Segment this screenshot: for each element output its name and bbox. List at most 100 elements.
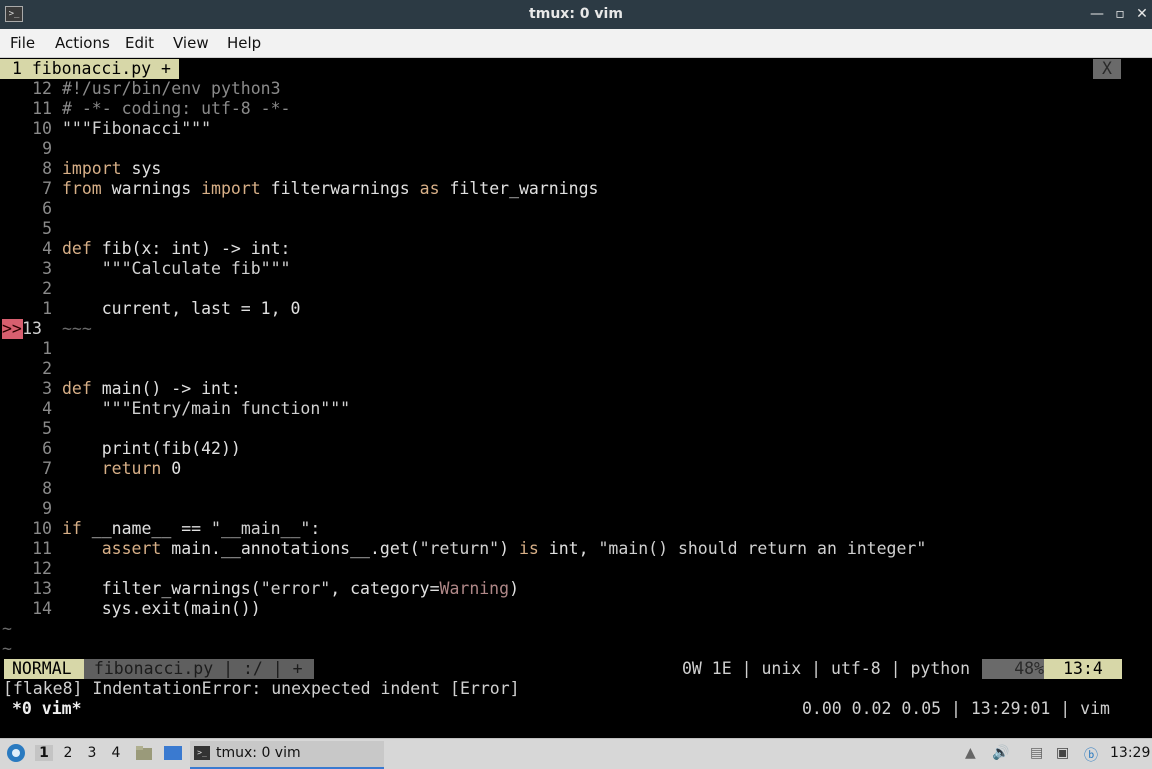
- line-number: 9: [42, 499, 52, 518]
- line-number: 5: [42, 419, 52, 438]
- terminal[interactable]: 1 fibonacci.py + X 12 #!/usr/bin/env pyth…: [0, 59, 1152, 739]
- menu-actions[interactable]: Actions: [55, 34, 110, 52]
- code-line[interactable]: 7 return 0: [0, 459, 1152, 479]
- code-line[interactable]: 5: [0, 219, 1152, 239]
- code-line[interactable]: 4 """Entry/main function""": [0, 399, 1152, 419]
- close-icon[interactable]: ✕: [1132, 4, 1152, 24]
- code-text: assert main.__annotations__.get("return"…: [62, 539, 927, 559]
- line-number: 6: [42, 439, 52, 458]
- menu-file[interactable]: File: [10, 34, 35, 52]
- vim-tab-close-button[interactable]: X: [1093, 59, 1121, 79]
- code-line[interactable]: 6: [0, 199, 1152, 219]
- volume-icon[interactable]: 🔊: [992, 745, 1009, 761]
- code-text: """Calculate fib""": [62, 259, 291, 279]
- mode-indicator: NORMAL: [4, 659, 84, 679]
- line-number: 3: [42, 379, 52, 398]
- line-number: 11: [32, 99, 52, 118]
- code-line[interactable]: 12 #!/usr/bin/env python3: [0, 79, 1152, 99]
- code-line[interactable]: 8 import sys: [0, 159, 1152, 179]
- menu-help[interactable]: Help: [227, 34, 261, 52]
- line-number: 1: [42, 339, 52, 358]
- code-line[interactable]: 3 """Calculate fib""": [0, 259, 1152, 279]
- bluetooth-icon[interactable]: ⓑ: [1084, 745, 1098, 765]
- code-token: is: [518, 539, 539, 558]
- eject-icon[interactable]: ▲: [965, 745, 976, 761]
- taskbar: 1 2 3 4 >_ tmux: 0 vim ▲ 🔊 ▤ ▣ ⓑ 13:29: [0, 738, 1152, 769]
- code-token: int,: [538, 539, 599, 558]
- code-line[interactable]: 9: [0, 139, 1152, 159]
- code-token: import: [62, 159, 122, 178]
- code-line[interactable]: 1: [0, 339, 1152, 359]
- code-line[interactable]: 11 # -*- coding: utf-8 -*-: [0, 99, 1152, 119]
- code-token: #!/usr/bin/env python3: [62, 79, 281, 98]
- code-token: return: [62, 459, 162, 478]
- code-token: current, last = 1, 0: [62, 299, 301, 318]
- code-line[interactable]: 10 """Fibonacci""": [0, 119, 1152, 139]
- code-line[interactable]: 9: [0, 499, 1152, 519]
- code-line[interactable]: 11 assert main.__annotations__.get("retu…: [0, 539, 1152, 559]
- workspace-4[interactable]: 4: [107, 745, 125, 761]
- line-number: 7: [42, 459, 52, 478]
- code-token: ): [499, 539, 519, 558]
- statusline-info: 0W 1E | unix | utf-8 | python: [682, 659, 981, 678]
- code-line[interactable]: 2: [0, 279, 1152, 299]
- network-icon[interactable]: ▣: [1056, 745, 1069, 761]
- line-number: 8: [42, 479, 52, 498]
- maximize-icon[interactable]: ▫: [1110, 4, 1130, 24]
- line-number: 10: [32, 119, 52, 138]
- code-text: ~~~: [62, 319, 92, 339]
- vim-statusline: NORMAL fibonacci.py | :/ | + 0W 1E | uni…: [0, 659, 1152, 679]
- empty-line-tilde: ~: [2, 619, 12, 638]
- code-token: :: [310, 519, 321, 538]
- line-number: 1: [42, 299, 52, 318]
- clipboard-icon[interactable]: ▤: [1030, 745, 1043, 761]
- show-desktop-icon[interactable]: [163, 744, 183, 762]
- start-menu-icon[interactable]: [6, 743, 26, 763]
- clock[interactable]: 13:29: [1110, 745, 1150, 761]
- code-line[interactable]: 6 print(fib(42)): [0, 439, 1152, 459]
- window-title: tmux: 0 vim: [529, 6, 623, 22]
- tmux-status-right: 0.00 0.02 0.05 | 13:29:01 | vim: [802, 699, 1110, 718]
- code-token: # -*- coding: utf-8 -*-: [62, 99, 291, 118]
- code-token: "main() should return an integer": [598, 539, 927, 558]
- code-token: "__main__": [211, 519, 311, 538]
- code-text: """Entry/main function""": [62, 399, 350, 419]
- code-line[interactable]: 7 from warnings import filterwarnings as …: [0, 179, 1152, 199]
- menu-edit[interactable]: Edit: [125, 34, 154, 52]
- line-number: 5: [42, 219, 52, 238]
- line-number: 8: [42, 159, 52, 178]
- empty-line-tilde: ~: [2, 639, 12, 658]
- code-line[interactable]: 8: [0, 479, 1152, 499]
- code-token: 0: [161, 459, 182, 478]
- file-manager-icon[interactable]: [135, 744, 153, 762]
- line-number: 13: [22, 319, 42, 338]
- tmux-window[interactable]: *0 vim*: [12, 699, 82, 719]
- code-line[interactable]: 13 filter_warnings("error", category=War…: [0, 579, 1152, 599]
- line-number: 6: [42, 199, 52, 218]
- code-line[interactable]: 3 def main() -> int:: [0, 379, 1152, 399]
- code-line[interactable]: 1 current, last = 1, 0: [0, 299, 1152, 319]
- code-line[interactable]: 14 sys.exit(main()): [0, 599, 1152, 619]
- workspace-1[interactable]: 1: [35, 745, 53, 761]
- menu-view[interactable]: View: [173, 34, 209, 52]
- code-line[interactable]: >> 13 ~~~: [0, 319, 1152, 339]
- code-text: current, last = 1, 0: [62, 299, 301, 319]
- workspace-2[interactable]: 2: [59, 745, 77, 761]
- minimize-icon[interactable]: —: [1087, 4, 1107, 24]
- code-line[interactable]: 12: [0, 559, 1152, 579]
- code-token: as: [419, 179, 440, 198]
- code-token: assert: [62, 539, 162, 558]
- code-line[interactable]: 10 if __name__ == "__main__":: [0, 519, 1152, 539]
- workspace-3[interactable]: 3: [83, 745, 101, 761]
- code-line[interactable]: 2: [0, 359, 1152, 379]
- menubar: File Actions Edit View Help: [0, 29, 1152, 58]
- code-line[interactable]: 5: [0, 419, 1152, 439]
- vim-tab-fibonacci[interactable]: 1 fibonacci.py +: [0, 59, 179, 79]
- code-token: """Entry/main function""": [62, 399, 351, 418]
- code-line[interactable]: 4 def fib(x: int) -> int:: [0, 239, 1152, 259]
- code-token: "error": [260, 579, 331, 598]
- task-button-tmux[interactable]: >_ tmux: 0 vim: [190, 741, 384, 769]
- code-token: warnings: [101, 179, 202, 198]
- code-token: main.__annotations__.get(: [161, 539, 420, 558]
- code-token: "return": [419, 539, 500, 558]
